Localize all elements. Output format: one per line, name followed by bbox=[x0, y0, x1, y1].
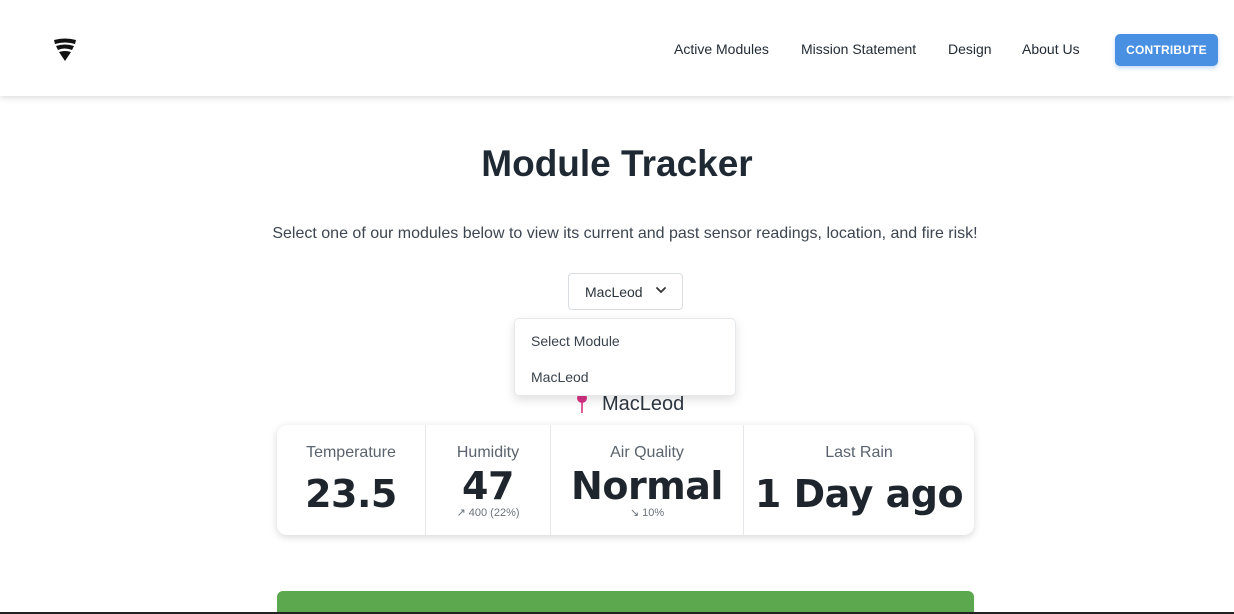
stat-label: Last Rain bbox=[825, 444, 893, 461]
location-name: MacLeod bbox=[602, 393, 685, 415]
sensor-stats-card: Temperature 23.5 Humidity 47 ↗ 400 (22%)… bbox=[277, 425, 974, 535]
page-subtitle: Select one of our modules below to view … bbox=[272, 225, 978, 242]
contribute-button[interactable]: CONTRIBUTE bbox=[1115, 34, 1218, 66]
page-title: Module Tracker bbox=[481, 143, 753, 184]
top-navbar: Active Modules Mission Statement Design … bbox=[0, 0, 1234, 96]
fire-risk-banner bbox=[277, 591, 974, 614]
nav-mission-statement[interactable]: Mission Statement bbox=[801, 41, 916, 59]
flame-shield-logo-icon[interactable] bbox=[52, 38, 78, 62]
stat-humidity: Humidity 47 ↗ 400 (22%) bbox=[425, 425, 550, 535]
stat-air-quality: Air Quality Normal ↘ 10% bbox=[550, 425, 743, 535]
dropdown-option-select-module[interactable]: Select Module bbox=[531, 333, 620, 349]
stat-label: Humidity bbox=[456, 444, 520, 461]
stat-value: 47 bbox=[462, 464, 514, 508]
stat-help-text: ↗ 400 (22%) bbox=[456, 507, 520, 519]
page: Active Modules Mission Statement Design … bbox=[0, 0, 1234, 614]
chevron-down-icon bbox=[656, 287, 666, 294]
nav-about-us[interactable]: About Us bbox=[1022, 41, 1080, 59]
module-select-value: MacLeod bbox=[585, 283, 643, 300]
stat-value: Normal bbox=[571, 464, 723, 508]
module-select[interactable]: MacLeod bbox=[568, 273, 683, 310]
stat-label: Temperature bbox=[306, 444, 396, 461]
map-pin-icon bbox=[577, 393, 587, 413]
stat-temperature: Temperature 23.5 bbox=[277, 425, 425, 535]
stat-value: 1 Day ago bbox=[754, 472, 964, 516]
nav-design[interactable]: Design bbox=[948, 41, 992, 59]
stat-label: Air Quality bbox=[610, 444, 684, 461]
stat-value: 23.5 bbox=[305, 472, 397, 516]
dropdown-option-macleod[interactable]: MacLeod bbox=[531, 369, 589, 385]
stat-last-rain: Last Rain 1 Day ago bbox=[743, 425, 974, 535]
module-dropdown-menu: Select Module MacLeod bbox=[514, 318, 736, 396]
stat-help-text: ↘ 10% bbox=[629, 507, 665, 519]
nav-active-modules[interactable]: Active Modules bbox=[674, 41, 769, 59]
